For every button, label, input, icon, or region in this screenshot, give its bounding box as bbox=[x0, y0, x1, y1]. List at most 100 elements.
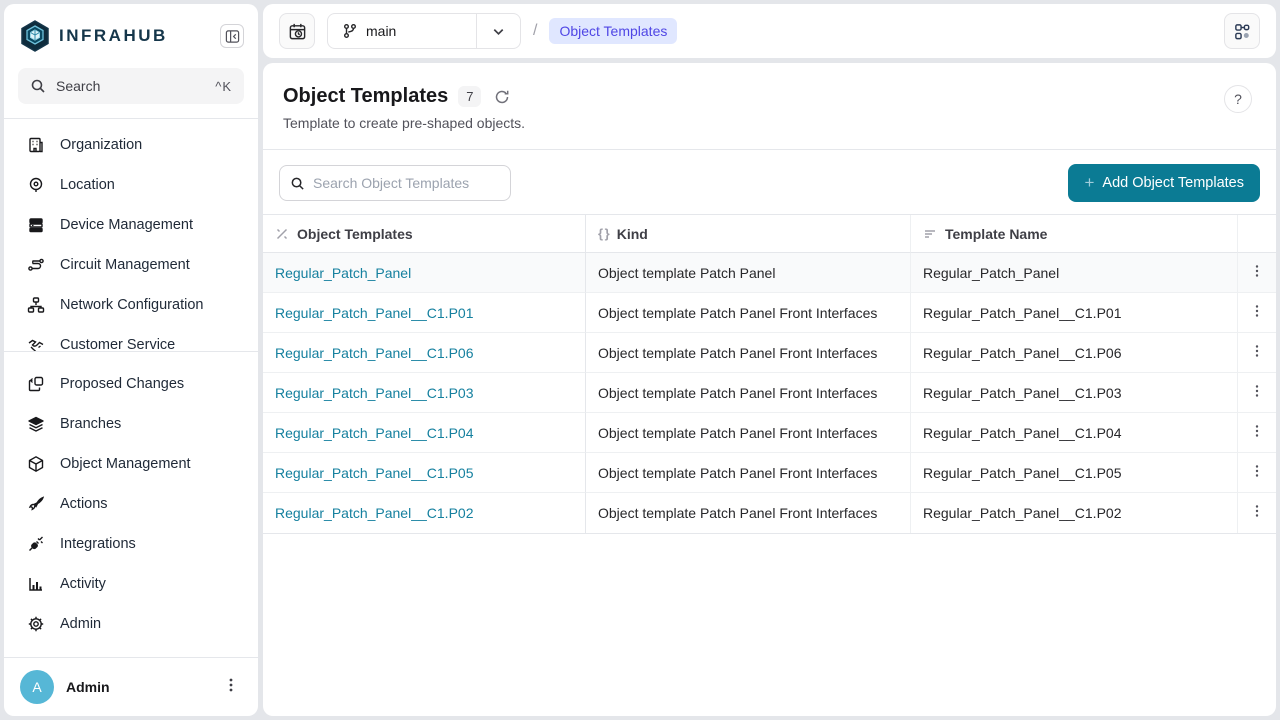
table-row: Regular_Patch_Panel__C1.P03 Object templ… bbox=[263, 373, 1276, 413]
row-actions-button[interactable] bbox=[1247, 340, 1267, 366]
sidebar-search[interactable]: Search ^K bbox=[18, 68, 244, 104]
sidebar-item-customer-service[interactable]: Customer Service bbox=[10, 325, 252, 352]
kebab-icon bbox=[1251, 464, 1263, 478]
template-link[interactable]: Regular_Patch_Panel bbox=[275, 265, 411, 281]
kind-cell: Object template Patch Panel Front Interf… bbox=[586, 293, 911, 333]
server-icon bbox=[26, 215, 46, 235]
table-row: Regular_Patch_Panel__C1.P04 Object templ… bbox=[263, 413, 1276, 453]
row-actions-button[interactable] bbox=[1247, 260, 1267, 286]
kind-cell: Object template Patch Panel Front Interf… bbox=[586, 493, 911, 533]
kind-cell: Object template Patch Panel Front Interf… bbox=[586, 453, 911, 493]
content-header: Object Templates 7 Template to create pr… bbox=[263, 63, 1276, 150]
table-row: Regular_Patch_Panel__C1.P01 Object templ… bbox=[263, 293, 1276, 333]
sidebar-item-activity[interactable]: Activity bbox=[10, 564, 252, 604]
kebab-icon bbox=[1251, 344, 1263, 358]
sidebar-item-circuit-management[interactable]: Circuit Management bbox=[10, 245, 252, 285]
branch-selector-value: main bbox=[328, 23, 476, 39]
kebab-icon bbox=[1251, 304, 1263, 318]
row-actions-button[interactable] bbox=[1247, 300, 1267, 326]
topbar: main / Object Templates bbox=[263, 4, 1276, 58]
table-toolbar: + Add Object Templates bbox=[263, 150, 1276, 214]
template-name-cell: Regular_Patch_Panel__C1.P04 bbox=[911, 413, 1238, 453]
time-travel-button[interactable] bbox=[279, 13, 315, 49]
text-icon bbox=[923, 227, 937, 241]
logo-row: INFRAHUB bbox=[4, 4, 258, 64]
template-link[interactable]: Regular_Patch_Panel__C1.P01 bbox=[275, 305, 473, 321]
sidebar-item-location[interactable]: Location bbox=[10, 165, 252, 205]
add-button-label: Add Object Templates bbox=[1102, 175, 1244, 191]
template-name-cell: Regular_Patch_Panel__C1.P01 bbox=[911, 293, 1238, 333]
page-title: Object Templates bbox=[283, 85, 448, 108]
calendar-clock-icon bbox=[288, 22, 307, 41]
refresh-icon bbox=[493, 88, 511, 106]
row-actions-button[interactable] bbox=[1247, 420, 1267, 446]
branch-selector-toggle[interactable] bbox=[476, 14, 520, 48]
git-branch-icon bbox=[342, 23, 358, 39]
template-link[interactable]: Regular_Patch_Panel__C1.P02 bbox=[275, 505, 473, 521]
table-body: Regular_Patch_Panel Object template Patc… bbox=[263, 253, 1276, 533]
plus-icon: + bbox=[1084, 173, 1094, 193]
kebab-icon bbox=[1251, 264, 1263, 278]
template-name-cell: Regular_Patch_Panel__C1.P02 bbox=[911, 493, 1238, 533]
network-icon bbox=[26, 295, 46, 315]
help-button[interactable]: ? bbox=[1224, 85, 1252, 113]
sidebar-item-label: Customer Service bbox=[60, 337, 175, 352]
table-row: Regular_Patch_Panel__C1.P02 Object templ… bbox=[263, 493, 1276, 533]
main-area: main / Object Templates bbox=[263, 4, 1276, 716]
sidebar-item-proposed-changes[interactable]: Proposed Changes bbox=[10, 364, 252, 404]
table-row: Regular_Patch_Panel__C1.P06 Object templ… bbox=[263, 333, 1276, 373]
sidebar-item-label: Circuit Management bbox=[60, 257, 190, 273]
template-link[interactable]: Regular_Patch_Panel__C1.P03 bbox=[275, 385, 473, 401]
breadcrumb-object-templates[interactable]: Object Templates bbox=[549, 18, 677, 44]
sidebar-item-network-configuration[interactable]: Network Configuration bbox=[10, 285, 252, 325]
template-name-cell: Regular_Patch_Panel__C1.P06 bbox=[911, 333, 1238, 373]
branch-selector[interactable]: main bbox=[327, 13, 521, 49]
sidebar-item-device-management[interactable]: Device Management bbox=[10, 205, 252, 245]
sidebar-item-label: Location bbox=[60, 177, 115, 193]
avatar: A bbox=[20, 670, 54, 704]
template-name-cell: Regular_Patch_Panel__C1.P05 bbox=[911, 453, 1238, 493]
template-link[interactable]: Regular_Patch_Panel__C1.P06 bbox=[275, 345, 473, 361]
sidebar-item-organization[interactable]: Organization bbox=[10, 125, 252, 165]
template-link[interactable]: Regular_Patch_Panel__C1.P04 bbox=[275, 425, 473, 441]
object-search-box bbox=[279, 165, 511, 201]
count-badge: 7 bbox=[458, 86, 481, 107]
sidebar-menu-bottom: Proposed Changes Branches bbox=[4, 352, 258, 657]
sidebar-item-label: Object Management bbox=[60, 456, 191, 472]
brand-name: INFRAHUB bbox=[59, 26, 220, 46]
plug-icon bbox=[26, 534, 46, 554]
handshake-icon bbox=[26, 335, 46, 352]
row-actions-button[interactable] bbox=[1247, 460, 1267, 486]
sidebar-item-label: Integrations bbox=[60, 536, 136, 552]
user-menu-button[interactable] bbox=[220, 673, 242, 701]
sidebar-item-object-management[interactable]: Object Management bbox=[10, 444, 252, 484]
template-link[interactable]: Regular_Patch_Panel__C1.P05 bbox=[275, 465, 473, 481]
row-actions-button[interactable] bbox=[1247, 380, 1267, 406]
table-row: Regular_Patch_Panel Object template Patc… bbox=[263, 253, 1276, 293]
add-object-templates-button[interactable]: + Add Object Templates bbox=[1068, 164, 1260, 202]
sidebar-item-admin[interactable]: Admin bbox=[10, 604, 252, 644]
kebab-icon bbox=[1251, 424, 1263, 438]
sidebar-item-label: Proposed Changes bbox=[60, 376, 184, 392]
sidebar-collapse-button[interactable] bbox=[220, 24, 244, 48]
infrahub-logo-icon bbox=[20, 20, 50, 52]
object-search-input[interactable] bbox=[313, 175, 500, 191]
page-subtitle: Template to create pre-shaped objects. bbox=[283, 115, 1224, 131]
schema-panel-button[interactable] bbox=[1224, 13, 1260, 49]
building-icon bbox=[26, 135, 46, 155]
sidebar-item-label: Activity bbox=[60, 576, 106, 592]
row-actions-button[interactable] bbox=[1247, 500, 1267, 526]
cube-icon bbox=[26, 454, 46, 474]
column-header-kind: { } Kind bbox=[586, 215, 911, 253]
sidebar-item-actions[interactable]: Actions bbox=[10, 484, 252, 524]
sidebar-item-integrations[interactable]: Integrations bbox=[10, 524, 252, 564]
content-panel: Object Templates 7 Template to create pr… bbox=[263, 63, 1276, 716]
sidebar-item-label: Branches bbox=[60, 416, 121, 432]
refresh-button[interactable] bbox=[491, 86, 513, 108]
user-name: Admin bbox=[66, 679, 208, 695]
kebab-icon bbox=[224, 677, 238, 693]
route-icon bbox=[26, 255, 46, 275]
sidebar-menu-top: Organization Location bbox=[4, 118, 258, 352]
bar-chart-icon bbox=[26, 574, 46, 594]
sidebar-item-branches[interactable]: Branches bbox=[10, 404, 252, 444]
